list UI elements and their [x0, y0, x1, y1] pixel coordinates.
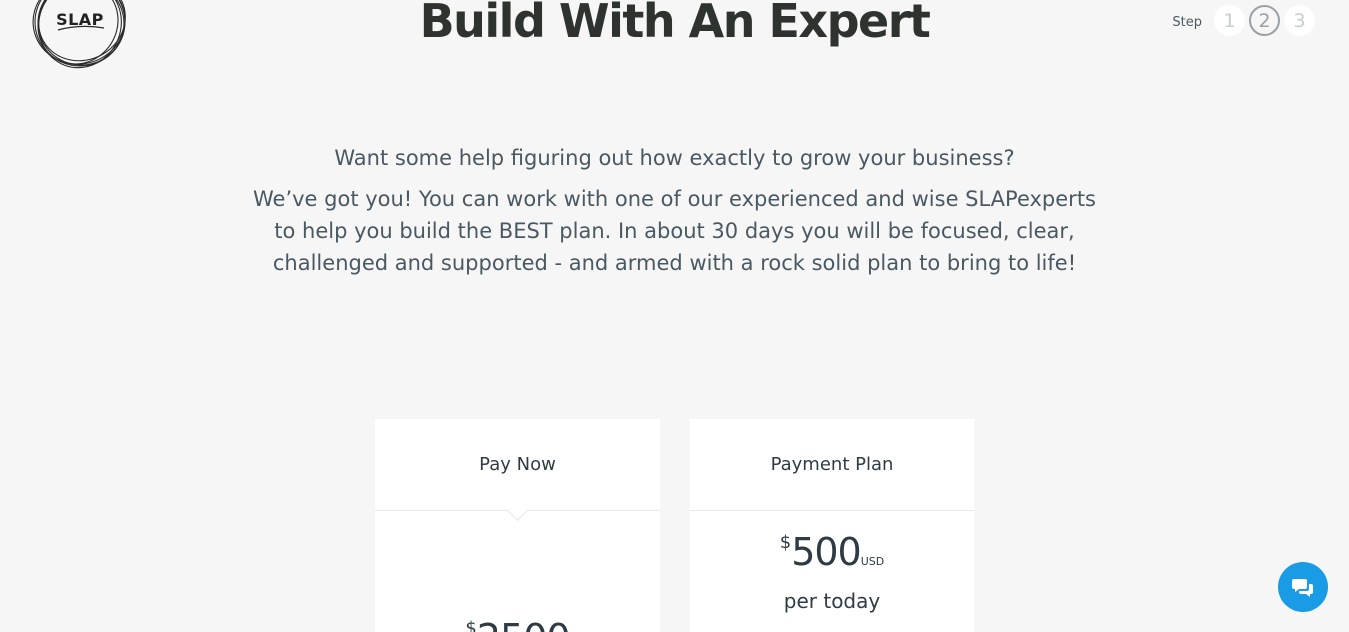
payment-plan-currency-symbol: $: [779, 532, 792, 553]
pay-now-amount: 2500: [477, 616, 571, 632]
payment-plan-currency-code: USD: [860, 555, 885, 568]
payment-plan-title: Payment Plan: [770, 454, 894, 475]
page: SLAP Build With An Expert Step 1 2 3 Wan…: [0, 0, 1349, 632]
page-title: Build With An Expert: [419, 0, 931, 48]
intro-body: We’ve got you! You can work with one of …: [252, 187, 1096, 275]
payment-plan-price: $500USD: [690, 530, 974, 574]
step-indicator: Step 1 2 3: [1172, 5, 1315, 36]
pay-now-title: Pay Now: [479, 454, 556, 475]
step-2-current[interactable]: 2: [1249, 5, 1280, 36]
step-3[interactable]: 3: [1284, 5, 1315, 36]
step-1[interactable]: 1: [1214, 5, 1245, 36]
intro-question: Want some help figuring out how exactly …: [334, 146, 1015, 170]
payment-plan-amount: 500: [791, 530, 862, 574]
pay-now-price: $2500: [375, 616, 660, 632]
payment-plan-subtext: per today: [783, 589, 881, 613]
card-notch: [506, 499, 528, 522]
step-label: Step: [1172, 15, 1202, 30]
chat-bubbles-icon: [1292, 579, 1313, 597]
pay-now-header: Pay Now: [375, 419, 660, 522]
pay-now-card[interactable]: Pay Now $2500: [375, 419, 660, 632]
payment-plan-card[interactable]: Payment Plan $500USD per today: [690, 419, 974, 632]
payment-plan-header: Payment Plan: [690, 419, 974, 511]
pay-now-currency-symbol: $: [465, 618, 477, 632]
chat-button[interactable]: [1278, 562, 1328, 612]
